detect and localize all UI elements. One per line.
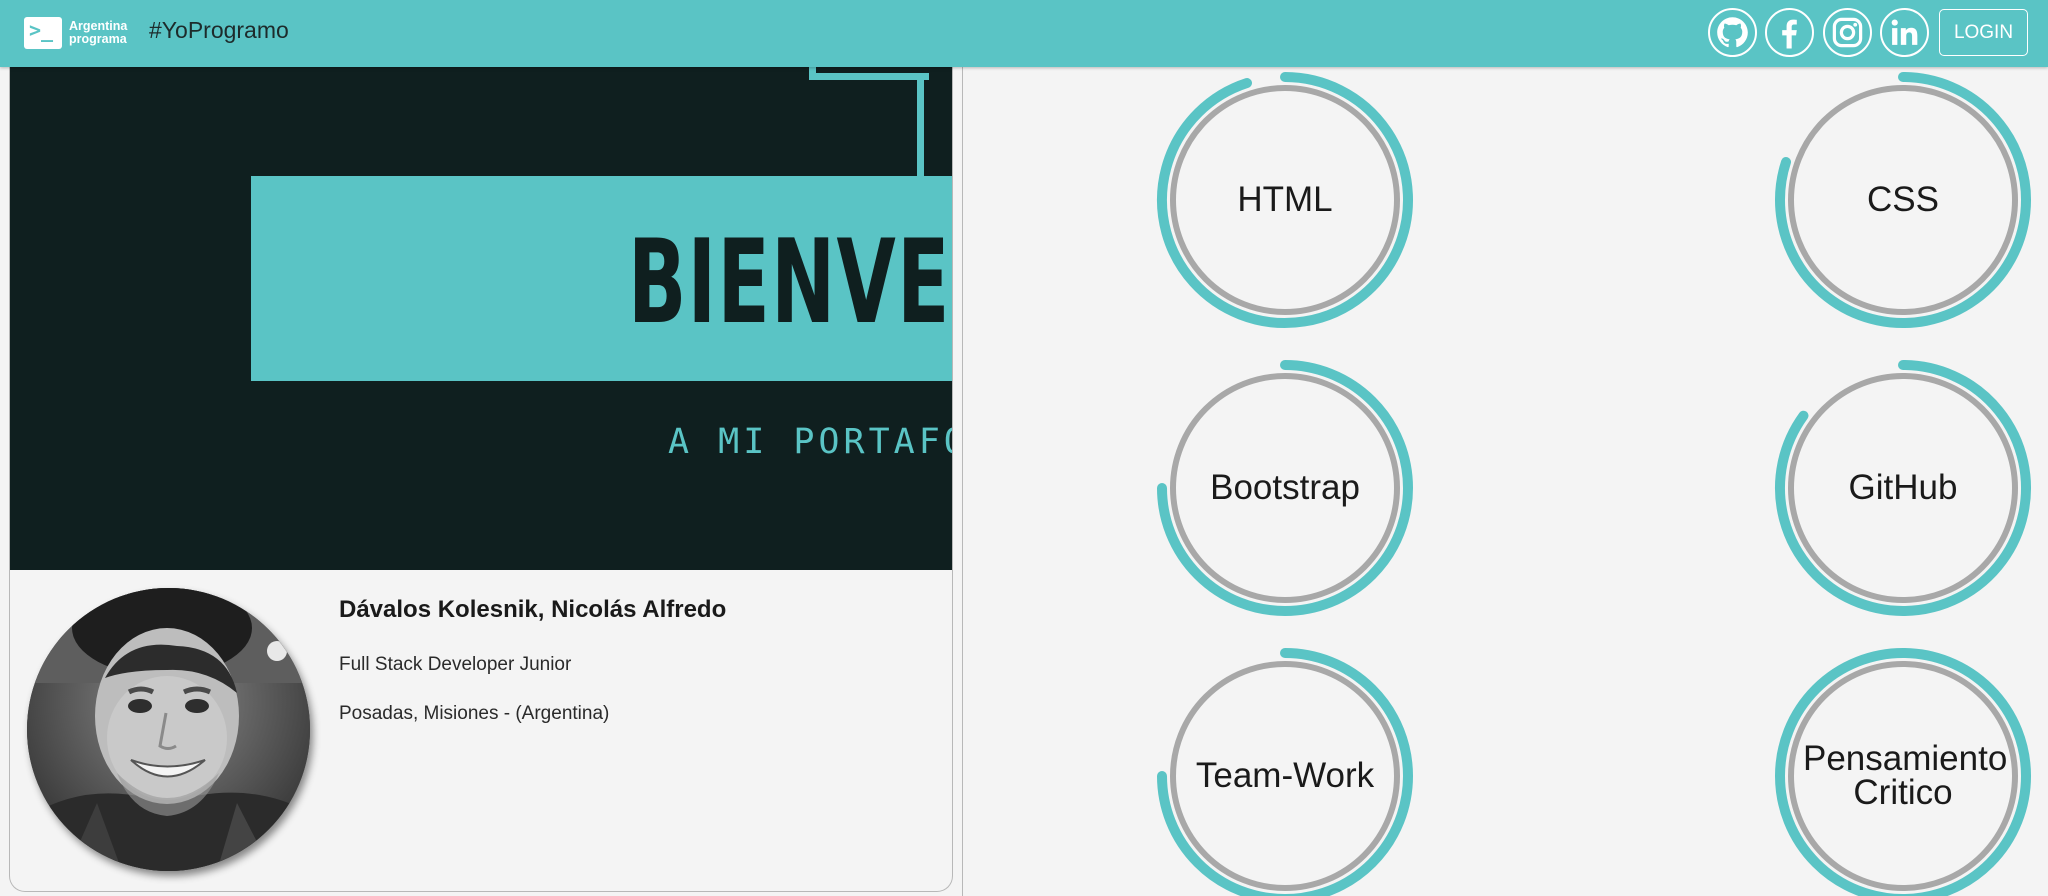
skill-label-github: GitHub bbox=[1848, 468, 1958, 507]
skill-label-bootstrap: Bootstrap bbox=[1210, 468, 1360, 507]
banner-subtitle: A MI PORTAFOLIO bbox=[668, 422, 952, 462]
welcome-banner: BIENVENIDO A MI PORTAFOLIO bbox=[10, 60, 952, 570]
profile-name: Dávalos Kolesnik, Nicolás Alfredo bbox=[339, 596, 727, 623]
instagram-icon[interactable] bbox=[1823, 8, 1872, 57]
profile-card: BIENVENIDO A MI PORTAFOLIO bbox=[9, 60, 953, 892]
profile-location: Posadas, Misiones - (Argentina) bbox=[339, 703, 610, 724]
skill-label-html: HTML bbox=[1237, 180, 1333, 219]
skill-label-pensamiento-critico: Pensamiento Critico bbox=[1803, 739, 2008, 812]
terminal-icon: >_ bbox=[24, 17, 62, 49]
logo-line2: programa bbox=[69, 32, 127, 46]
argentina-programa-logo[interactable]: >_ Argentina programa bbox=[24, 16, 127, 50]
brand-hashtag[interactable]: #YoProgramo bbox=[149, 17, 289, 44]
profile-role: Full Stack Developer Junior bbox=[339, 654, 572, 675]
login-button[interactable]: LOGIN bbox=[1939, 9, 2028, 56]
banner-title: BIENVENIDO bbox=[628, 215, 952, 350]
avatar bbox=[27, 588, 310, 871]
navbar: >_ Argentina programa #YoProgramo LOGIN bbox=[0, 0, 2048, 67]
skills-panel: HTML CSS Bootstrap GitHub Team-Work Pensamien… bbox=[962, 60, 2048, 896]
skill-label-team-work: Team-Work bbox=[1195, 756, 1375, 795]
skill-label-css: CSS bbox=[1867, 180, 1939, 219]
github-icon[interactable] bbox=[1708, 8, 1757, 57]
facebook-icon[interactable] bbox=[1765, 8, 1814, 57]
linkedin-icon[interactable] bbox=[1880, 8, 1929, 57]
